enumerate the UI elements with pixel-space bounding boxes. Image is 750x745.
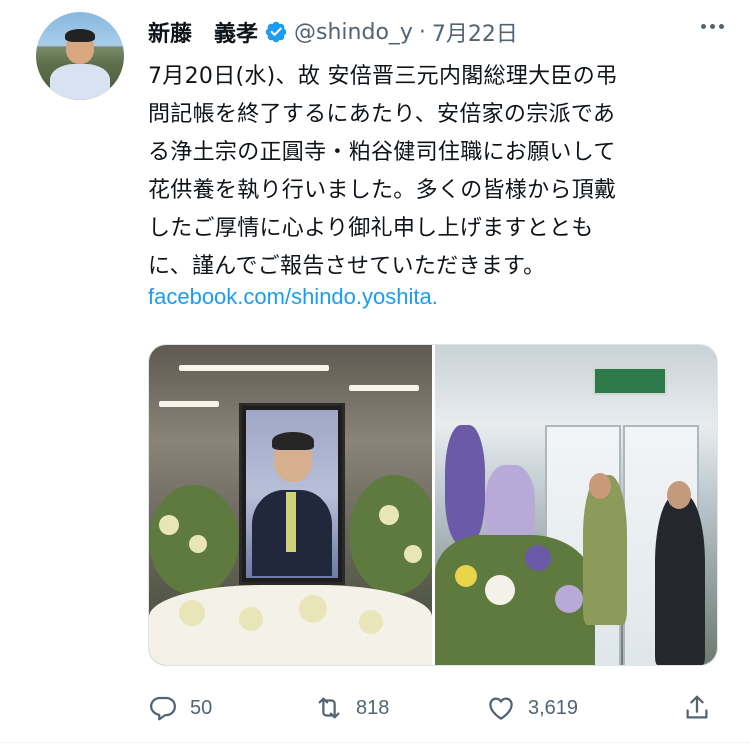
flower <box>359 610 383 634</box>
flower <box>299 595 327 623</box>
tweet-text-line: 問記帳を終了するにあたり、安倍家の宗派であ <box>148 102 616 127</box>
more-dot <box>701 24 706 29</box>
like-count: 3,619 <box>528 696 579 719</box>
tweet-text-line: る浄土宗の正圓寺・粕谷健司住職にお願いして <box>148 140 616 165</box>
tweet-link[interactable]: facebook.com/shindo.yoshita. <box>148 284 438 310</box>
exit-sign <box>593 367 667 395</box>
more-dot <box>719 24 724 29</box>
divider <box>0 742 750 743</box>
display-name[interactable]: 新藤 義孝 <box>148 16 258 48</box>
ceiling-light <box>349 385 419 391</box>
man-head <box>667 481 691 509</box>
avatar-hair <box>65 29 95 42</box>
reply-button[interactable]: 50 <box>148 693 212 723</box>
reply-icon <box>150 696 176 721</box>
separator: · <box>418 19 426 45</box>
ceiling-light <box>159 401 219 407</box>
ceiling-light <box>179 365 329 371</box>
delphinium <box>445 425 485 545</box>
photo-memorial-portrait[interactable] <box>149 345 432 665</box>
tweet-text-line: 花供養を執り行いました。多くの皆様から頂戴 <box>148 178 617 203</box>
flower <box>525 545 551 571</box>
flower <box>189 535 207 553</box>
reply-count: 50 <box>190 696 213 719</box>
share-button[interactable] <box>682 693 712 723</box>
portrait-frame <box>239 403 345 585</box>
tweet-text-line: に、謹んでご報告させていただきます。 <box>148 254 546 279</box>
more-dot <box>710 24 715 29</box>
priest-head <box>589 473 611 499</box>
tweet-text: 7月20日(水)、故 安倍晋三元内閣総理大臣の弔 問記帳を終了するにあたり、安倍… <box>148 58 708 286</box>
flower <box>485 575 515 605</box>
flower <box>239 607 263 631</box>
foliage <box>349 475 432 595</box>
flower <box>555 585 583 613</box>
tweet-text-line: したご厚情に心より御礼申し上げますととも <box>148 216 594 241</box>
avatar-shirt <box>50 64 110 100</box>
tweet-text-line: 7月20日(水)、故 安倍晋三元内閣総理大臣の弔 <box>148 64 618 89</box>
like-icon <box>489 697 513 720</box>
portrait-hair <box>272 432 314 450</box>
tweet-header: 新藤 義孝 @shindo_y · 7月22日 <box>148 14 518 50</box>
photo-flower-ceremony[interactable] <box>435 345 717 665</box>
portrait-photo <box>246 410 338 578</box>
portrait-tie <box>286 492 296 552</box>
retweet-count: 818 <box>356 696 390 719</box>
man-figure <box>655 495 705 665</box>
action-bar: 50 818 3,619 <box>148 686 718 730</box>
handle[interactable]: @shindo_y <box>294 20 413 45</box>
flower <box>379 505 399 525</box>
retweet-button[interactable]: 818 <box>314 693 389 723</box>
flower <box>455 565 477 587</box>
avatar[interactable] <box>36 12 124 100</box>
verified-badge-icon <box>265 21 287 43</box>
flower <box>404 545 422 563</box>
tweet-date[interactable]: 7月22日 <box>432 16 518 48</box>
like-button[interactable]: 3,619 <box>486 693 578 723</box>
retweet-icon <box>318 697 340 719</box>
flower <box>179 600 205 626</box>
flower <box>159 515 179 535</box>
share-icon <box>686 695 708 719</box>
more-icon[interactable] <box>701 24 724 29</box>
media-grid <box>148 344 718 666</box>
